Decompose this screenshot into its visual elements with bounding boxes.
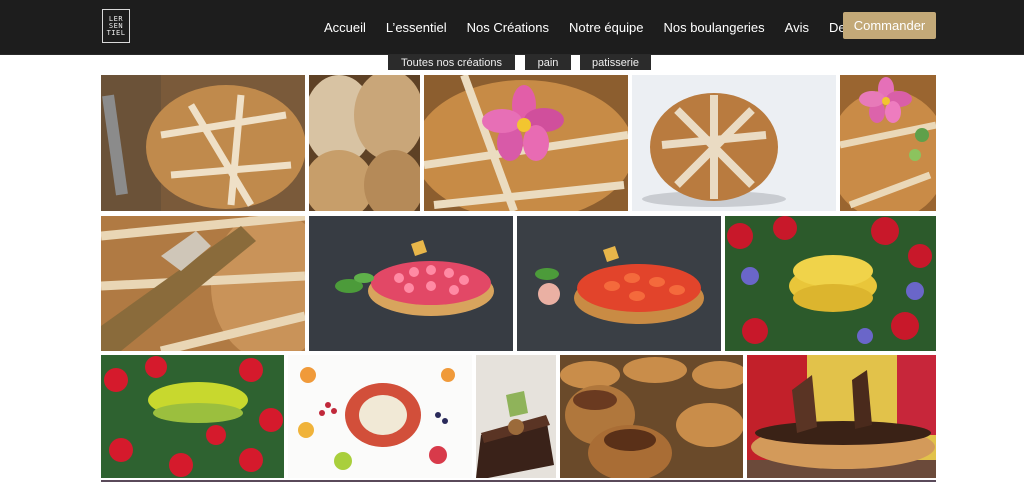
- gallery-item-raspberry-tart[interactable]: [309, 216, 513, 351]
- bread-flower-image: [424, 75, 628, 211]
- sliced-bread-image: [309, 75, 420, 211]
- raspberry-tart-image: [309, 216, 513, 351]
- gallery-item-green-macaron[interactable]: [101, 355, 284, 478]
- pastry-assortment-image: [560, 355, 743, 478]
- gallery-item-yellow-macaron[interactable]: [725, 216, 936, 351]
- logo-line-3: TIEL: [106, 28, 126, 37]
- gallery-item-sliced-bread[interactable]: [309, 75, 420, 211]
- order-button[interactable]: Commander: [843, 12, 936, 39]
- gallery-item-chocolate-tart[interactable]: [747, 355, 936, 478]
- chocolate-tart-image: [747, 355, 936, 478]
- macaron-plate-image: [288, 355, 472, 478]
- nav-avis[interactable]: Avis: [785, 20, 809, 35]
- gallery-item-chocolate-entremet[interactable]: [476, 355, 556, 478]
- filter-all[interactable]: Toutes nos créations: [388, 55, 515, 70]
- gallery-item-bread-white[interactable]: [632, 75, 836, 211]
- top-navbar: LER SEN TIEL Accueil L’essentiel Nos Cré…: [0, 0, 1024, 55]
- gallery-item-bread-knife-closeup[interactable]: [101, 216, 305, 351]
- gallery-item-bread-flower-closeup[interactable]: [840, 75, 936, 211]
- bread-knife-closeup-image: [101, 216, 305, 351]
- gallery-item-pastry-assortment[interactable]: [560, 355, 743, 478]
- yellow-macaron-image: [725, 216, 936, 351]
- green-macaron-image: [101, 355, 284, 478]
- bread-white-bg-image: [632, 75, 836, 211]
- gallery-item-macaron-plate[interactable]: [288, 355, 472, 478]
- nav-accueil[interactable]: Accueil: [324, 20, 366, 35]
- nav-boulangeries[interactable]: Nos boulangeries: [663, 20, 764, 35]
- bread-with-knife-image: [101, 75, 305, 211]
- filter-patisserie[interactable]: patisserie: [580, 55, 651, 70]
- brand-logo[interactable]: LER SEN TIEL: [102, 9, 130, 43]
- nav-equipe[interactable]: Notre équipe: [569, 20, 643, 35]
- bread-flower-closeup-image: [840, 75, 936, 211]
- strawberry-tart-image: [517, 216, 721, 351]
- filter-pain[interactable]: pain: [525, 55, 571, 70]
- filter-bar: Toutes nos créations pain patisserie: [0, 55, 1024, 70]
- gallery-item-bread-with-knife[interactable]: [101, 75, 305, 211]
- nav-essentiel[interactable]: L’essentiel: [386, 20, 447, 35]
- main-menu: Accueil L’essentiel Nos Créations Notre …: [324, 0, 882, 55]
- gallery-item-strawberry-tart[interactable]: [517, 216, 721, 351]
- gallery-item-bread-pink-flower[interactable]: [424, 75, 628, 211]
- chocolate-entremet-image: [476, 355, 556, 478]
- nav-creations[interactable]: Nos Créations: [467, 20, 549, 35]
